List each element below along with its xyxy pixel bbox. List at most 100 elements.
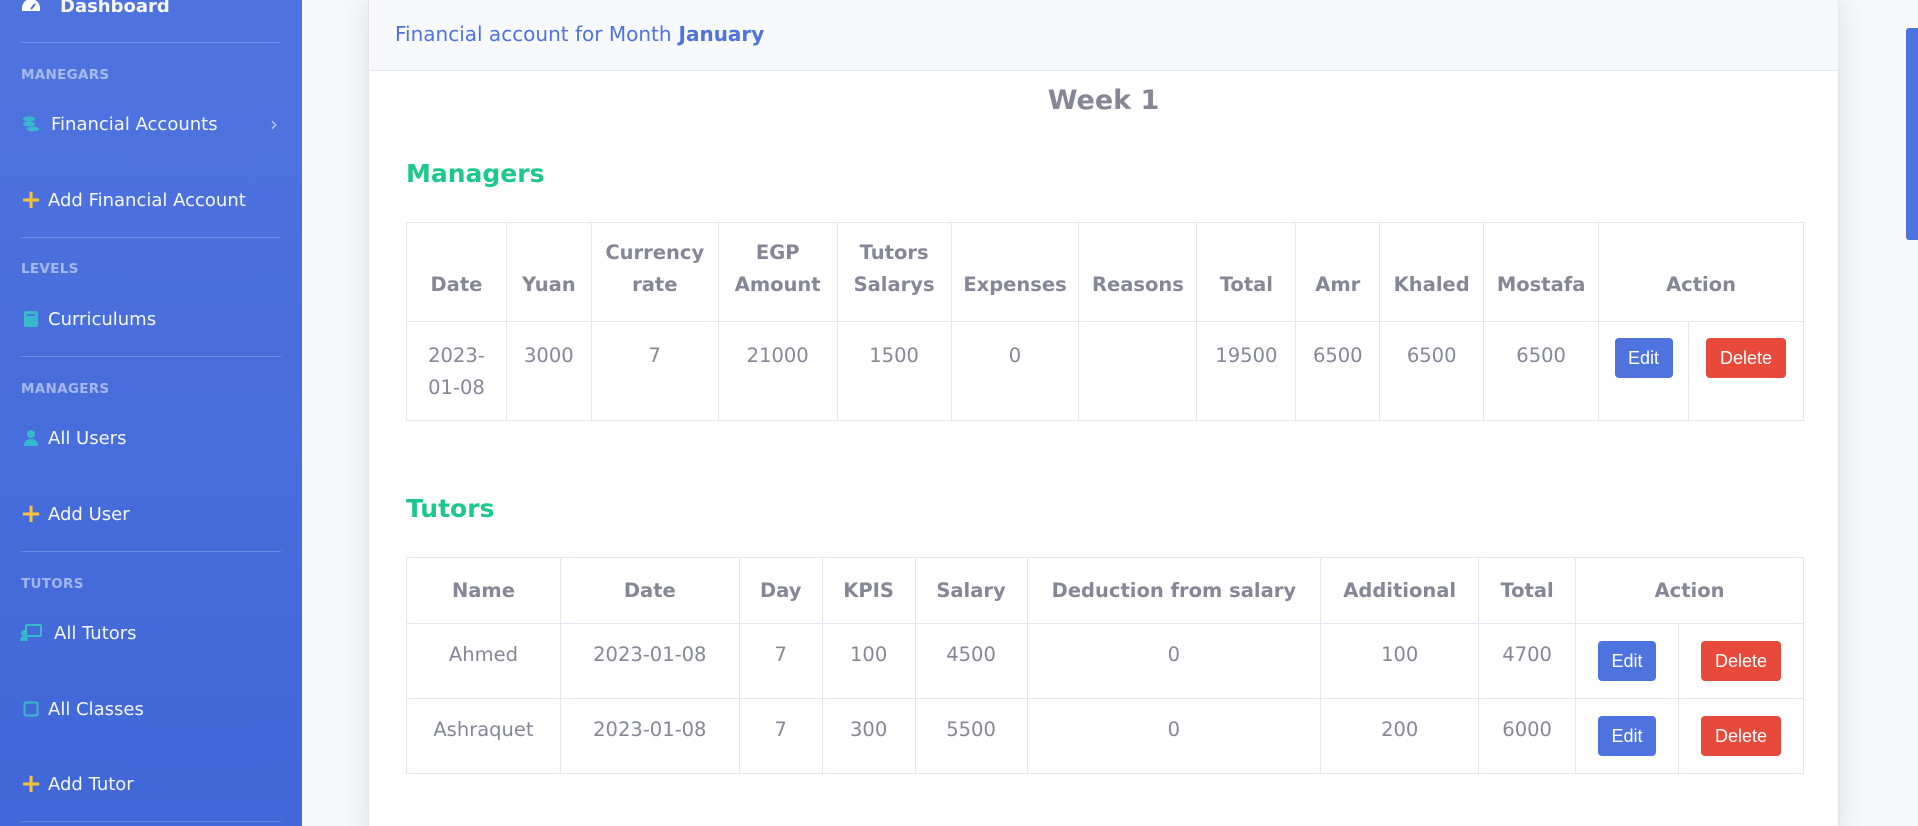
- column-header: Khaled: [1379, 222, 1485, 322]
- cell-total: 19500: [1196, 321, 1297, 421]
- cell-deduction: 0: [1026, 698, 1322, 774]
- column-header: Date: [559, 557, 740, 624]
- week-title: Week 1: [1047, 85, 1160, 116]
- edit-button[interactable]: Edit: [1598, 641, 1657, 681]
- cell-edit: Edit: [1598, 321, 1690, 421]
- cell-yuan: 3000: [505, 321, 592, 421]
- cell-edit: Edit: [1575, 623, 1679, 699]
- sidebar-heading-manegars: MANEGARS: [21, 67, 110, 83]
- managers-table: Date Yuan Currency rate EGP Amount Tutor…: [406, 222, 1804, 421]
- cell-kpis: 100: [821, 623, 916, 699]
- sidebar-heading-managers: MANAGERS: [21, 381, 110, 397]
- cell-deduction: 0: [1026, 623, 1322, 699]
- sidebar-heading-tutors: TUTORS: [21, 576, 84, 592]
- sidebar-item-label: Add Financial Account: [48, 189, 246, 211]
- delete-button[interactable]: Delete: [1700, 716, 1781, 756]
- sidebar-item-label: All Tutors: [54, 622, 137, 644]
- sidebar-item-label: Add Tutor: [48, 773, 134, 795]
- column-header: EGP Amount: [717, 222, 838, 322]
- cell-name: Ashraquet: [406, 698, 561, 774]
- table-row: Ashraquet 2023-01-08 7 300 5500 0 200 60…: [406, 698, 1805, 774]
- sidebar: Dashboard MANEGARS Financial Accounts › …: [0, 0, 302, 826]
- cell-reasons: [1078, 321, 1198, 421]
- cell-date: 2023-01-08: [406, 321, 507, 421]
- scrollbar-thumb[interactable]: [1906, 28, 1918, 240]
- sidebar-item-label: Curriculums: [48, 308, 157, 330]
- sidebar-divider: [21, 551, 281, 552]
- table-header-row: Name Date Day KPIS Salary Deduction from…: [406, 557, 1804, 624]
- sidebar-item-add-user[interactable]: + Add User: [0, 494, 302, 534]
- sidebar-divider: [21, 237, 281, 238]
- cell-salary: 5500: [914, 698, 1028, 774]
- cell-delete: Delete: [1677, 623, 1805, 699]
- cell-edit: Edit: [1575, 698, 1679, 774]
- sidebar-divider: [21, 821, 281, 822]
- square-icon: [20, 701, 42, 717]
- column-header: Action: [1598, 222, 1804, 322]
- cell-egp: 21000: [717, 321, 838, 421]
- cell-total: 6000: [1478, 698, 1577, 774]
- column-header: Name: [406, 557, 561, 624]
- column-header: Tutors Salarys: [836, 222, 952, 322]
- sidebar-item-label: Add User: [48, 503, 130, 525]
- sidebar-item-label: Financial Accounts: [51, 113, 218, 135]
- sidebar-item-label: All Classes: [48, 698, 144, 720]
- plus-icon: +: [20, 769, 42, 799]
- column-header: KPIS: [821, 557, 916, 624]
- column-header: Date: [406, 222, 507, 322]
- user-icon: [20, 429, 42, 447]
- sidebar-item-financial-accounts[interactable]: Financial Accounts ›: [0, 104, 302, 144]
- column-header: Total: [1196, 222, 1297, 322]
- cell-rate: 7: [590, 321, 719, 421]
- cell-day: 7: [738, 623, 823, 699]
- sidebar-item-curriculums[interactable]: Curriculums: [0, 299, 302, 339]
- tutors-table: Name Date Day KPIS Salary Deduction from…: [406, 557, 1805, 774]
- sidebar-item-all-classes[interactable]: All Classes: [0, 689, 302, 729]
- cell-salary: 4500: [914, 623, 1028, 699]
- column-header: Action: [1575, 557, 1804, 624]
- cell-additional: 100: [1320, 623, 1480, 699]
- tutors-section-title: Tutors: [406, 494, 495, 523]
- edit-button[interactable]: Edit: [1614, 338, 1673, 378]
- delete-button[interactable]: Delete: [1706, 338, 1786, 378]
- table-row: 2023-01-08 3000 7 21000 1500 0 19500 650…: [406, 321, 1804, 421]
- edit-button[interactable]: Edit: [1598, 716, 1657, 756]
- column-header: Total: [1478, 557, 1577, 624]
- chalkboard-teacher-icon: [20, 624, 42, 642]
- sidebar-heading-levels: LEVELS: [21, 261, 79, 277]
- chevron-right-icon: ›: [270, 112, 278, 136]
- column-header: Salary: [914, 557, 1028, 624]
- column-header: Mostafa: [1483, 222, 1600, 322]
- cell-delete: Delete: [1677, 698, 1805, 774]
- cell-mostafa: 6500: [1483, 321, 1600, 421]
- column-header: Additional: [1320, 557, 1480, 624]
- coins-icon: [20, 115, 42, 133]
- sidebar-item-all-users[interactable]: All Users: [0, 418, 302, 458]
- column-header: Deduction from salary: [1026, 557, 1322, 624]
- cell-day: 7: [738, 698, 823, 774]
- plus-icon: +: [20, 499, 42, 529]
- column-header: Yuan: [505, 222, 592, 322]
- column-header: Expenses: [950, 222, 1080, 322]
- managers-section-title: Managers: [406, 159, 545, 188]
- sidebar-item-add-tutor[interactable]: + Add Tutor: [0, 764, 302, 804]
- sidebar-item-label: Dashboard: [60, 0, 170, 17]
- book-icon: [20, 310, 42, 328]
- column-header: Day: [738, 557, 823, 624]
- card-header: Financial account for Month January: [369, 0, 1838, 71]
- cell-delete: Delete: [1688, 321, 1804, 421]
- column-header: Amr: [1295, 222, 1381, 322]
- delete-button[interactable]: Delete: [1700, 641, 1781, 681]
- sidebar-item-all-tutors[interactable]: All Tutors: [0, 613, 302, 653]
- column-header: Reasons: [1078, 222, 1198, 322]
- card-header-month: January: [678, 21, 765, 46]
- sidebar-item-add-financial-account[interactable]: + Add Financial Account: [0, 180, 302, 220]
- financial-account-card: Financial account for Month January Week…: [368, 0, 1839, 826]
- cell-khaled: 6500: [1379, 321, 1485, 421]
- sidebar-item-dashboard[interactable]: Dashboard: [0, 0, 302, 26]
- cell-date: 2023-01-08: [559, 698, 740, 774]
- table-header-row: Date Yuan Currency rate EGP Amount Tutor…: [406, 222, 1804, 322]
- plus-icon: +: [20, 185, 42, 215]
- cell-additional: 200: [1320, 698, 1480, 774]
- cell-total: 4700: [1478, 623, 1577, 699]
